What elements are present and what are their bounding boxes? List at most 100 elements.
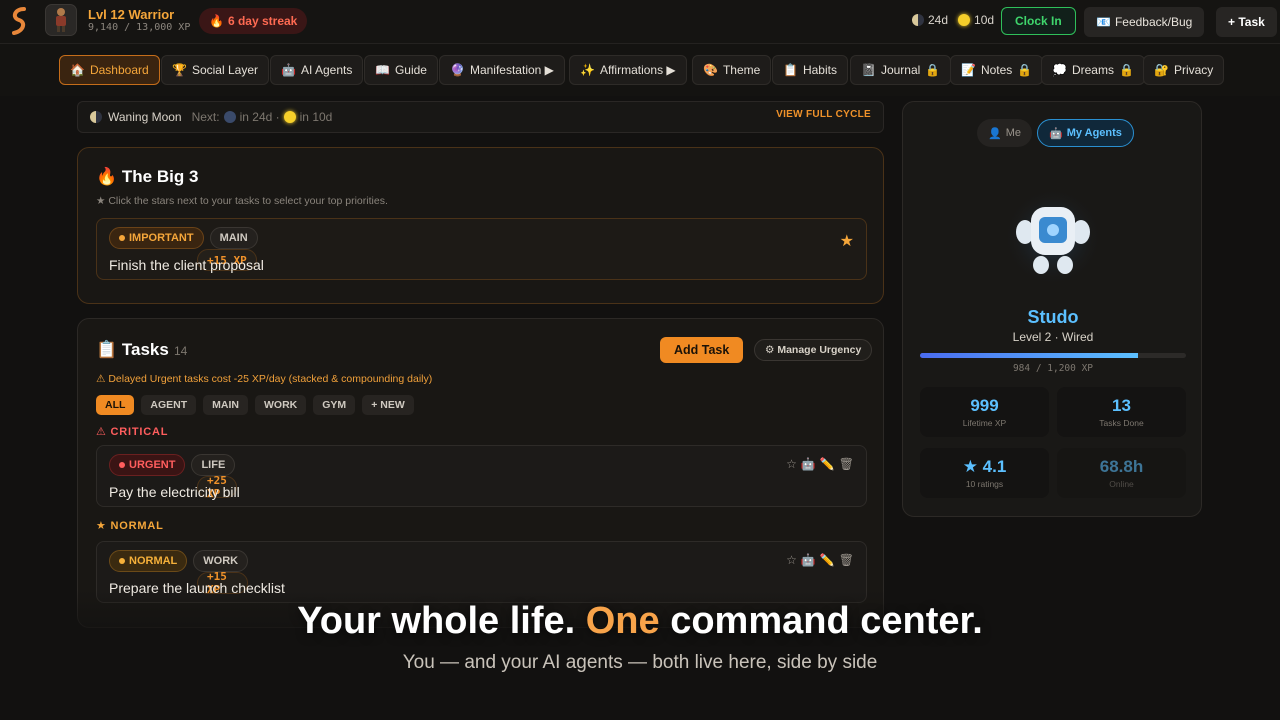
add-task-top-button[interactable]: + Task bbox=[1216, 7, 1277, 37]
stat-lifetime-xp: 999 Lifetime XP bbox=[920, 387, 1049, 437]
lock-icon: 🔒 bbox=[925, 63, 941, 77]
moon-countdown: 24d bbox=[928, 13, 949, 27]
view-full-cycle-link[interactable]: VIEW FULL CYCLE bbox=[776, 109, 871, 120]
nav-theme[interactable]: 🎨 Theme bbox=[692, 55, 772, 85]
moon-phase-bar: Waning Moon Next: in 24d · in 10d VIEW F… bbox=[77, 101, 884, 133]
filter-agent[interactable]: AGENT bbox=[141, 395, 197, 415]
agent-xp-bar bbox=[920, 353, 1186, 358]
clock-in-button[interactable]: Clock In bbox=[1001, 7, 1076, 35]
feedback-label: Feedback/Bug bbox=[1114, 15, 1193, 29]
nav-social-layer[interactable]: 🏆 Social Layer bbox=[161, 55, 269, 85]
hero-accent: One bbox=[585, 600, 660, 642]
tab-my-agents[interactable]: 🤖 My Agents bbox=[1037, 119, 1134, 147]
nav-label: Theme bbox=[722, 63, 761, 77]
category-tag: LIFE bbox=[191, 454, 236, 476]
trophy-icon: 🏆 bbox=[172, 63, 187, 77]
cycle-countdown: 24d 10d bbox=[912, 13, 994, 27]
filter-new[interactable]: + NEW bbox=[362, 395, 414, 415]
agent-xp-fill bbox=[920, 353, 1139, 358]
stat-online: 68.8h Online bbox=[1057, 448, 1186, 498]
fire-icon: 🔥 bbox=[209, 14, 224, 28]
tab-me[interactable]: 👤 Me bbox=[977, 119, 1032, 147]
pencil-icon[interactable]: ✏️ bbox=[820, 457, 835, 471]
palette-icon: 🎨 bbox=[703, 63, 718, 77]
stat-value: 999 bbox=[970, 396, 999, 415]
streak-badge: 🔥 6 day streak bbox=[199, 8, 308, 34]
urgent-warning: ⚠ Delayed Urgent tasks cost -25 XP/day (… bbox=[96, 373, 433, 385]
priority-tag: NORMAL bbox=[109, 550, 188, 572]
app-logo-icon[interactable] bbox=[6, 6, 32, 36]
main-nav: 🏠 Dashboard 🏆 Social Layer 🤖 AI Agents 📖 Gui… bbox=[0, 44, 1280, 96]
critical-section-label: ⚠ CRITICAL bbox=[96, 426, 169, 438]
stat-value: 68.8h bbox=[1099, 457, 1144, 476]
tag-label: NORMAL bbox=[129, 555, 178, 567]
hero-subtitle: You — and your AI agents — both live her… bbox=[402, 652, 878, 673]
nav-label: Journal bbox=[880, 63, 921, 77]
agent-panel: 👤 Me 🤖 My Agents Studo Level 2 · Wired 984… bbox=[902, 101, 1202, 517]
notebook-icon: 📓 bbox=[861, 63, 876, 77]
xp-label: 9,140 / 13,000 XP bbox=[88, 22, 191, 33]
nav-privacy[interactable]: 🔐 Privacy bbox=[1143, 55, 1225, 85]
nav-label: Notes bbox=[980, 63, 1013, 77]
nav-manifestation[interactable]: 🔮 Manifestation ▶ bbox=[439, 55, 565, 85]
thought-bubble-icon: 💭 bbox=[1052, 63, 1067, 77]
tab-label: My Agents bbox=[1066, 127, 1122, 139]
filter-work[interactable]: WORK bbox=[255, 395, 307, 415]
tasks-title: 📋 Tasks bbox=[96, 340, 169, 359]
clipboard-icon: 📋 bbox=[783, 63, 798, 77]
nav-journal[interactable]: 📓 Journal 🔒 bbox=[850, 55, 952, 85]
stat-rating: ★ 4.1 10 ratings bbox=[920, 448, 1049, 498]
robot-icon: 🤖 bbox=[1049, 127, 1063, 140]
big-3-title: 🔥 The Big 3 bbox=[96, 167, 199, 186]
nav-dreams[interactable]: 💭 Dreams 🔒 bbox=[1041, 55, 1145, 85]
task-text: Pay the electricity bill bbox=[109, 484, 240, 500]
stat-label: 10 ratings bbox=[965, 479, 1004, 489]
hero-headline: Your whole life. One command center. bbox=[0, 600, 1280, 643]
task-filters: ALL AGENT MAIN WORK GYM + NEW bbox=[96, 395, 414, 415]
tasks-card: 📋 Tasks 14 Add Task ⚙ Manage Urgency ⚠ D… bbox=[77, 318, 884, 628]
trash-icon[interactable]: 🗑 bbox=[839, 553, 854, 567]
pencil-icon[interactable]: ✏️ bbox=[820, 553, 835, 567]
big-3-card: 🔥 The Big 3 ★ Click the stars next to yo… bbox=[77, 147, 884, 304]
tasks-count: 14 bbox=[174, 344, 188, 358]
home-icon: 🏠 bbox=[70, 63, 85, 77]
sparkles-icon: ✨ bbox=[580, 63, 595, 77]
star-outline-icon[interactable]: ☆ bbox=[786, 457, 797, 471]
next-sun-label: in 10d bbox=[299, 110, 333, 124]
add-task-button[interactable]: Add Task bbox=[660, 337, 744, 363]
tag-label: IMPORTANT bbox=[129, 232, 194, 244]
robot-assign-icon[interactable]: 🤖 bbox=[801, 553, 816, 567]
task-row[interactable]: URGENT LIFE +25 XP Pay the electricity b… bbox=[96, 445, 867, 507]
stat-label: Online bbox=[1109, 479, 1134, 489]
filter-gym[interactable]: GYM bbox=[313, 395, 356, 415]
filter-main[interactable]: MAIN bbox=[203, 395, 249, 415]
category-tag: WORK bbox=[193, 550, 249, 572]
nav-label: Affirmations ▶ bbox=[599, 63, 676, 77]
task-text: Finish the client proposal bbox=[109, 257, 264, 273]
manage-urgency-button[interactable]: ⚙ Manage Urgency bbox=[754, 339, 873, 361]
streak-label: 6 day streak bbox=[227, 14, 298, 28]
nav-label: Manifestation ▶ bbox=[469, 63, 554, 77]
big-3-item[interactable]: IMPORTANT MAIN +15 XP Finish the client … bbox=[96, 218, 867, 280]
nav-label: Privacy bbox=[1173, 63, 1214, 77]
agent-name: Studo bbox=[1027, 307, 1079, 327]
nav-notes[interactable]: 📝 Notes 🔒 bbox=[950, 55, 1044, 85]
sun-countdown: 10d bbox=[974, 13, 995, 27]
star-outline-icon[interactable]: ☆ bbox=[786, 553, 797, 567]
warrior-avatar-icon bbox=[56, 8, 66, 32]
nav-habits[interactable]: 📋 Habits bbox=[772, 55, 848, 85]
top-bar: Lvl 12 Warrior 9,140 / 13,000 XP 🔥 6 day… bbox=[0, 0, 1280, 44]
trash-icon[interactable]: 🗑 bbox=[839, 457, 854, 471]
nav-ai-agents[interactable]: 🤖 AI Agents bbox=[270, 55, 364, 85]
feedback-button[interactable]: 📧 Feedback/Bug bbox=[1084, 7, 1205, 37]
locked-key-icon: 🔐 bbox=[1154, 63, 1169, 77]
star-icon[interactable]: ★ bbox=[840, 231, 854, 251]
filter-all[interactable]: ALL bbox=[96, 395, 135, 415]
nav-affirmations[interactable]: ✨ Affirmations ▶ bbox=[569, 55, 687, 85]
nav-dashboard[interactable]: 🏠 Dashboard bbox=[59, 55, 160, 85]
priority-tag: IMPORTANT bbox=[109, 227, 204, 249]
robot-assign-icon[interactable]: 🤖 bbox=[801, 457, 816, 471]
avatar[interactable] bbox=[45, 4, 77, 36]
new-moon-icon bbox=[223, 111, 236, 123]
nav-guide[interactable]: 📖 Guide bbox=[364, 55, 438, 85]
